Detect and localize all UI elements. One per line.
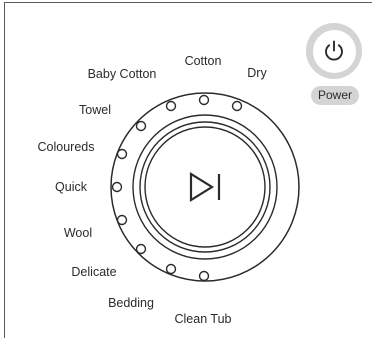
program-label-baby-cotton: Baby Cotton (88, 67, 157, 81)
power-label: Power (311, 86, 359, 105)
program-label-clean-tub: Clean Tub (175, 312, 232, 326)
program-label-delicate: Delicate (71, 265, 116, 279)
dial-middle-ring (132, 114, 278, 260)
program-dot-clean-tub[interactable] (198, 270, 210, 282)
program-dot-bedding[interactable] (165, 263, 177, 275)
program-label-quick: Quick (55, 180, 88, 194)
program-label-cotton: Cotton (185, 54, 222, 68)
dial-inner-ring (139, 121, 271, 253)
power-icon (325, 40, 343, 61)
program-dot-dry[interactable] (231, 100, 243, 112)
power-button-face (312, 29, 356, 73)
play-pause-icon (189, 172, 221, 202)
program-dot-towel[interactable] (135, 120, 147, 132)
program-dot-cotton[interactable] (198, 94, 210, 106)
program-label-bedding: Bedding (108, 296, 154, 310)
program-label-towel: Towel (79, 103, 111, 117)
program-label-wool: Wool (64, 226, 92, 240)
program-dot-quick[interactable] (111, 181, 123, 193)
program-label-dry: Dry (247, 66, 267, 80)
program-label-coloureds: Coloureds (38, 140, 95, 154)
power-button[interactable] (306, 23, 362, 79)
program-dot-baby-cotton[interactable] (165, 100, 177, 112)
start-pause-button[interactable] (144, 126, 266, 248)
